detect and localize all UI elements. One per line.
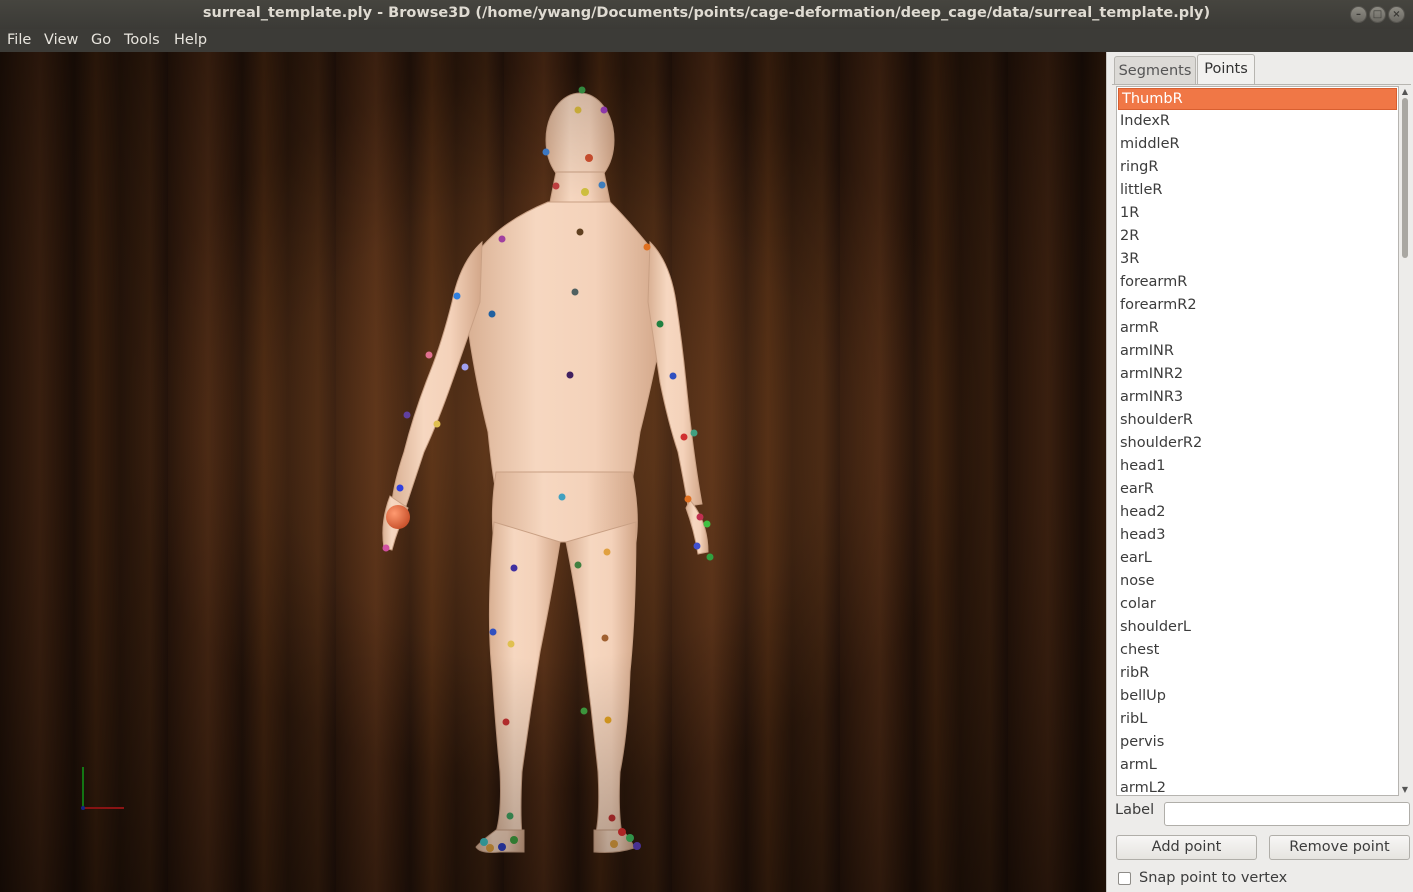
list-item[interactable]: armINR3 [1117,386,1398,409]
menu-go[interactable]: Go [91,32,111,48]
list-item[interactable]: 3R [1117,248,1398,271]
list-item[interactable]: earR [1117,478,1398,501]
list-item[interactable]: ribR [1117,662,1398,685]
side-panel: Segments Points ThumbR IndexR middleR ringR… [1106,52,1413,892]
list-item[interactable]: head3 [1117,524,1398,547]
minimize-icon[interactable]: – [1350,6,1367,23]
point-list[interactable]: ThumbR IndexR middleR ringR littleR 1R 2R 3R for… [1116,86,1399,796]
list-item[interactable]: IndexR [1117,110,1398,133]
list-item[interactable]: bellUp [1117,685,1398,708]
axis-gizmo-icon [81,767,124,810]
tab-segments[interactable]: Segments [1114,56,1196,85]
list-item[interactable]: armR [1117,317,1398,340]
list-item[interactable]: armL2 [1117,777,1398,795]
label-caption: Label [1115,802,1155,818]
add-point-button[interactable]: Add point [1116,835,1257,860]
list-item[interactable]: shoulderL [1117,616,1398,639]
human-body-model[interactable] [0,52,1106,892]
scroll-thumb[interactable] [1402,98,1408,258]
menu-tools[interactable]: Tools [124,32,160,48]
list-item[interactable]: forearmR [1117,271,1398,294]
list-item[interactable]: shoulderR [1117,409,1398,432]
list-item[interactable]: ribL [1117,708,1398,731]
3d-viewport[interactable] [0,52,1106,892]
menu-help[interactable]: Help [174,32,207,48]
remove-point-button[interactable]: Remove point [1269,835,1410,860]
label-input[interactable] [1164,802,1410,826]
list-item[interactable]: ThumbR [1118,88,1397,110]
list-item[interactable]: head2 [1117,501,1398,524]
list-item[interactable]: ringR [1117,156,1398,179]
menu-file[interactable]: File [7,32,31,48]
menu-bar: File View Go Tools Help [0,29,1413,52]
list-item[interactable]: head1 [1117,455,1398,478]
snap-checkbox[interactable] [1118,872,1131,885]
snap-label: Snap point to vertex [1139,870,1288,886]
list-item[interactable]: armL [1117,754,1398,777]
window-titlebar: surreal_template.ply - Browse3D (/home/y… [0,0,1413,29]
list-item[interactable]: armINR [1117,340,1398,363]
scroll-up-icon[interactable]: ▲ [1399,86,1411,98]
list-item[interactable]: earL [1117,547,1398,570]
list-item[interactable]: nose [1117,570,1398,593]
list-item[interactable]: middleR [1117,133,1398,156]
list-item[interactable]: shoulderR2 [1117,432,1398,455]
list-item[interactable]: pervis [1117,731,1398,754]
maximize-icon[interactable]: □ [1369,6,1386,23]
scroll-down-icon[interactable]: ▼ [1399,784,1411,796]
list-scrollbar[interactable]: ▲ ▼ [1399,86,1411,796]
list-item[interactable]: colar [1117,593,1398,616]
window-title: surreal_template.ply - Browse3D (/home/y… [202,5,1211,21]
list-item[interactable]: forearmR2 [1117,294,1398,317]
list-item[interactable]: 2R [1117,225,1398,248]
menu-view[interactable]: View [44,32,78,48]
tab-points[interactable]: Points [1197,54,1255,85]
list-item[interactable]: armINR2 [1117,363,1398,386]
list-item[interactable]: chest [1117,639,1398,662]
close-icon[interactable]: × [1388,6,1405,23]
list-item[interactable]: 1R [1117,202,1398,225]
list-item[interactable]: littleR [1117,179,1398,202]
